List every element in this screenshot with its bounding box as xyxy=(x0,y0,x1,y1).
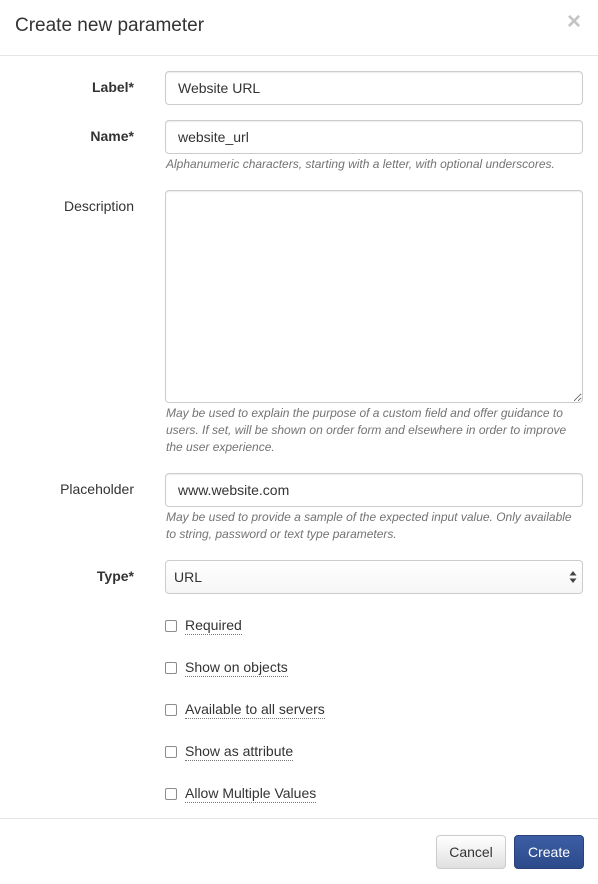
type-field-label: Type* xyxy=(96,568,134,584)
placeholder-help-text: May be used to provide a sample of the e… xyxy=(166,510,572,541)
show-as-attribute-checkbox-row[interactable]: Show as attribute xyxy=(165,742,294,762)
create-button[interactable]: Create xyxy=(514,835,584,869)
description-help-text: May be used to explain the purpose of a … xyxy=(166,406,567,454)
create-parameter-dialog: Create new parameter × Label* Name* Alph… xyxy=(0,0,598,884)
show-as-attribute-label[interactable]: Show as attribute xyxy=(185,743,294,761)
required-label[interactable]: Required xyxy=(185,617,242,635)
allow-multiple-values-label[interactable]: Allow Multiple Values xyxy=(185,785,317,803)
show-on-objects-label[interactable]: Show on objects xyxy=(185,659,288,677)
dialog-footer: Cancel Create xyxy=(0,818,598,884)
available-to-all-servers-checkbox-row[interactable]: Available to all servers xyxy=(165,700,325,720)
type-select-value: URL xyxy=(174,569,203,585)
show-on-objects-checkbox[interactable] xyxy=(165,662,177,674)
name-input[interactable] xyxy=(165,120,583,154)
select-arrows-icon xyxy=(569,571,577,583)
available-to-all-servers-label[interactable]: Available to all servers xyxy=(185,701,325,719)
dialog-title: Create new parameter xyxy=(15,15,205,36)
description-textarea[interactable] xyxy=(165,190,583,403)
type-select[interactable]: URL xyxy=(165,560,583,594)
placeholder-field-label: Placeholder xyxy=(60,481,134,497)
label-input[interactable] xyxy=(165,71,583,105)
allow-multiple-values-checkbox[interactable] xyxy=(165,788,177,800)
required-checkbox[interactable] xyxy=(165,620,177,632)
show-on-objects-checkbox-row[interactable]: Show on objects xyxy=(165,658,288,678)
available-to-all-servers-checkbox[interactable] xyxy=(165,704,177,716)
allow-multiple-values-checkbox-row[interactable]: Allow Multiple Values xyxy=(165,784,317,804)
label-field-label: Label* xyxy=(91,79,134,95)
dialog-header: Create new parameter × xyxy=(0,0,598,56)
show-as-attribute-checkbox[interactable] xyxy=(165,746,177,758)
required-checkbox-row[interactable]: Required xyxy=(165,616,242,636)
cancel-button[interactable]: Cancel xyxy=(436,835,506,869)
description-field-label: Description xyxy=(63,198,134,214)
placeholder-input[interactable] xyxy=(165,473,583,507)
name-help-text: Alphanumeric characters, starting with a… xyxy=(166,157,555,171)
close-icon[interactable]: × xyxy=(564,10,584,34)
name-field-label: Name* xyxy=(90,128,134,144)
